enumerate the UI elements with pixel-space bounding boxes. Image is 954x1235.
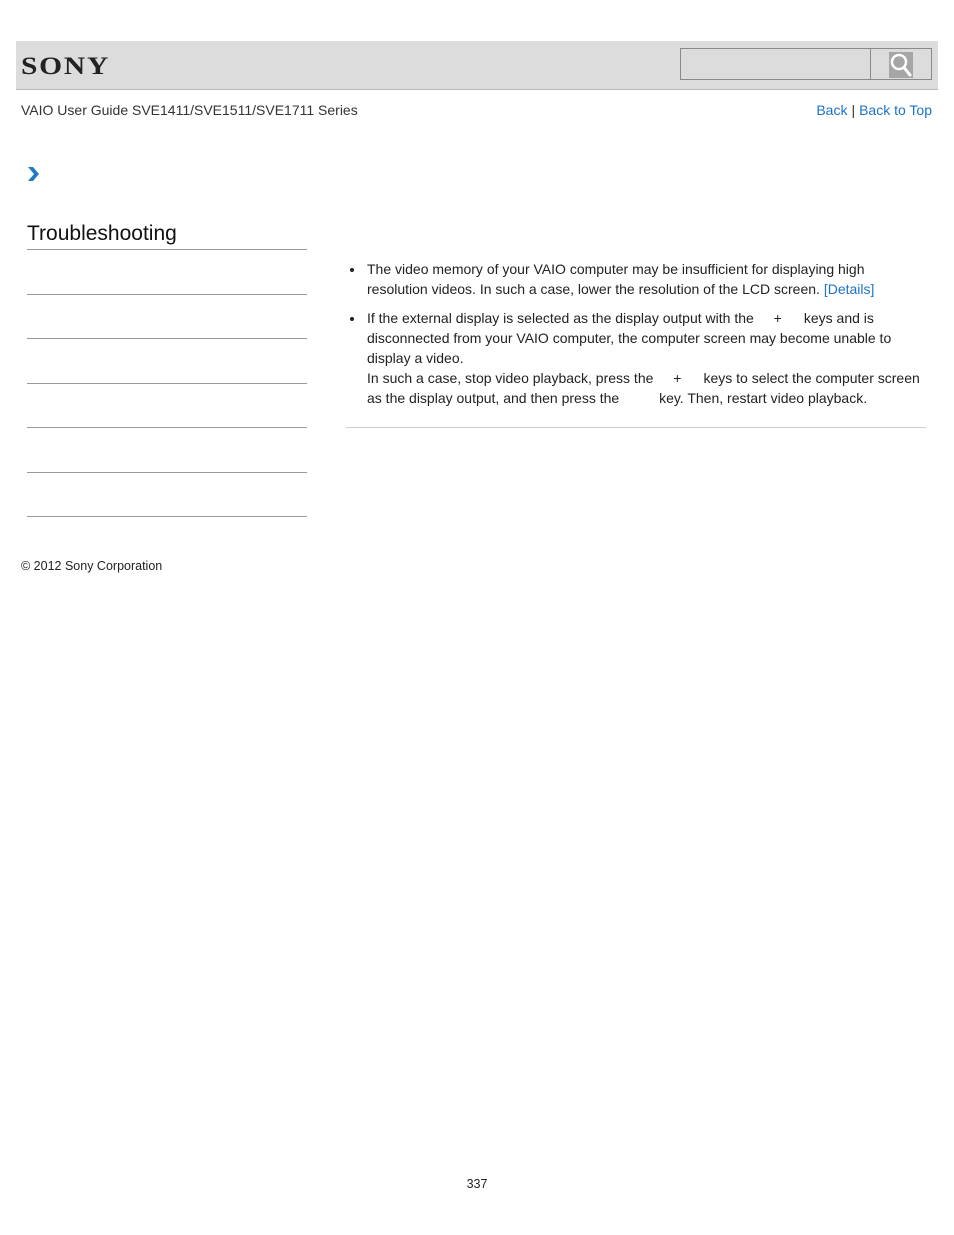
search-icon: [890, 53, 912, 77]
page-number: 337: [466, 1177, 488, 1191]
bullet-text: The video memory of your VAIO computer m…: [367, 261, 865, 297]
sidebar-title: Troubleshooting: [27, 222, 177, 245]
plus-sign: +: [673, 370, 682, 386]
header-bar: SONY: [16, 41, 938, 90]
copyright: © 2012 Sony Corporation: [21, 559, 163, 573]
sidebar-nav: [27, 249, 307, 517]
bullet-text: In such a case, stop video playback, pre…: [367, 370, 654, 386]
bullet-list: The video memory of your VAIO computer m…: [346, 259, 928, 408]
back-to-top-link[interactable]: Back to Top: [859, 102, 932, 118]
search-button[interactable]: [870, 48, 932, 80]
bullet-text: If the external display is selected as t…: [367, 310, 754, 326]
details-link[interactable]: [Details]: [824, 281, 875, 297]
sony-logo: SONY: [21, 53, 111, 80]
bullet-text: key. Then, restart video playback.: [659, 390, 868, 406]
sidebar-item[interactable]: [27, 384, 307, 428]
nav-separator: |: [851, 102, 856, 118]
bullet-item: The video memory of your VAIO computer m…: [346, 259, 928, 299]
bullet-item: If the external display is selected as t…: [346, 308, 928, 408]
plus-sign: +: [773, 310, 782, 326]
sidebar-item[interactable]: [27, 295, 307, 339]
content-divider: [346, 427, 926, 428]
main-content: The video memory of your VAIO computer m…: [346, 259, 928, 417]
sidebar-item[interactable]: [27, 250, 307, 295]
guide-title: VAIO User Guide SVE1411/SVE1511/SVE1711 …: [21, 102, 358, 118]
back-link[interactable]: Back: [816, 102, 847, 118]
nav-links: Back | Back to Top: [816, 102, 932, 118]
sidebar-item[interactable]: [27, 339, 307, 384]
search-input[interactable]: [680, 48, 870, 80]
bullet-dot: [350, 317, 354, 321]
bullet-dot: [350, 268, 354, 272]
sidebar-item[interactable]: [27, 428, 307, 473]
sidebar-item[interactable]: [27, 473, 307, 517]
chevron-right-icon[interactable]: [27, 166, 41, 182]
